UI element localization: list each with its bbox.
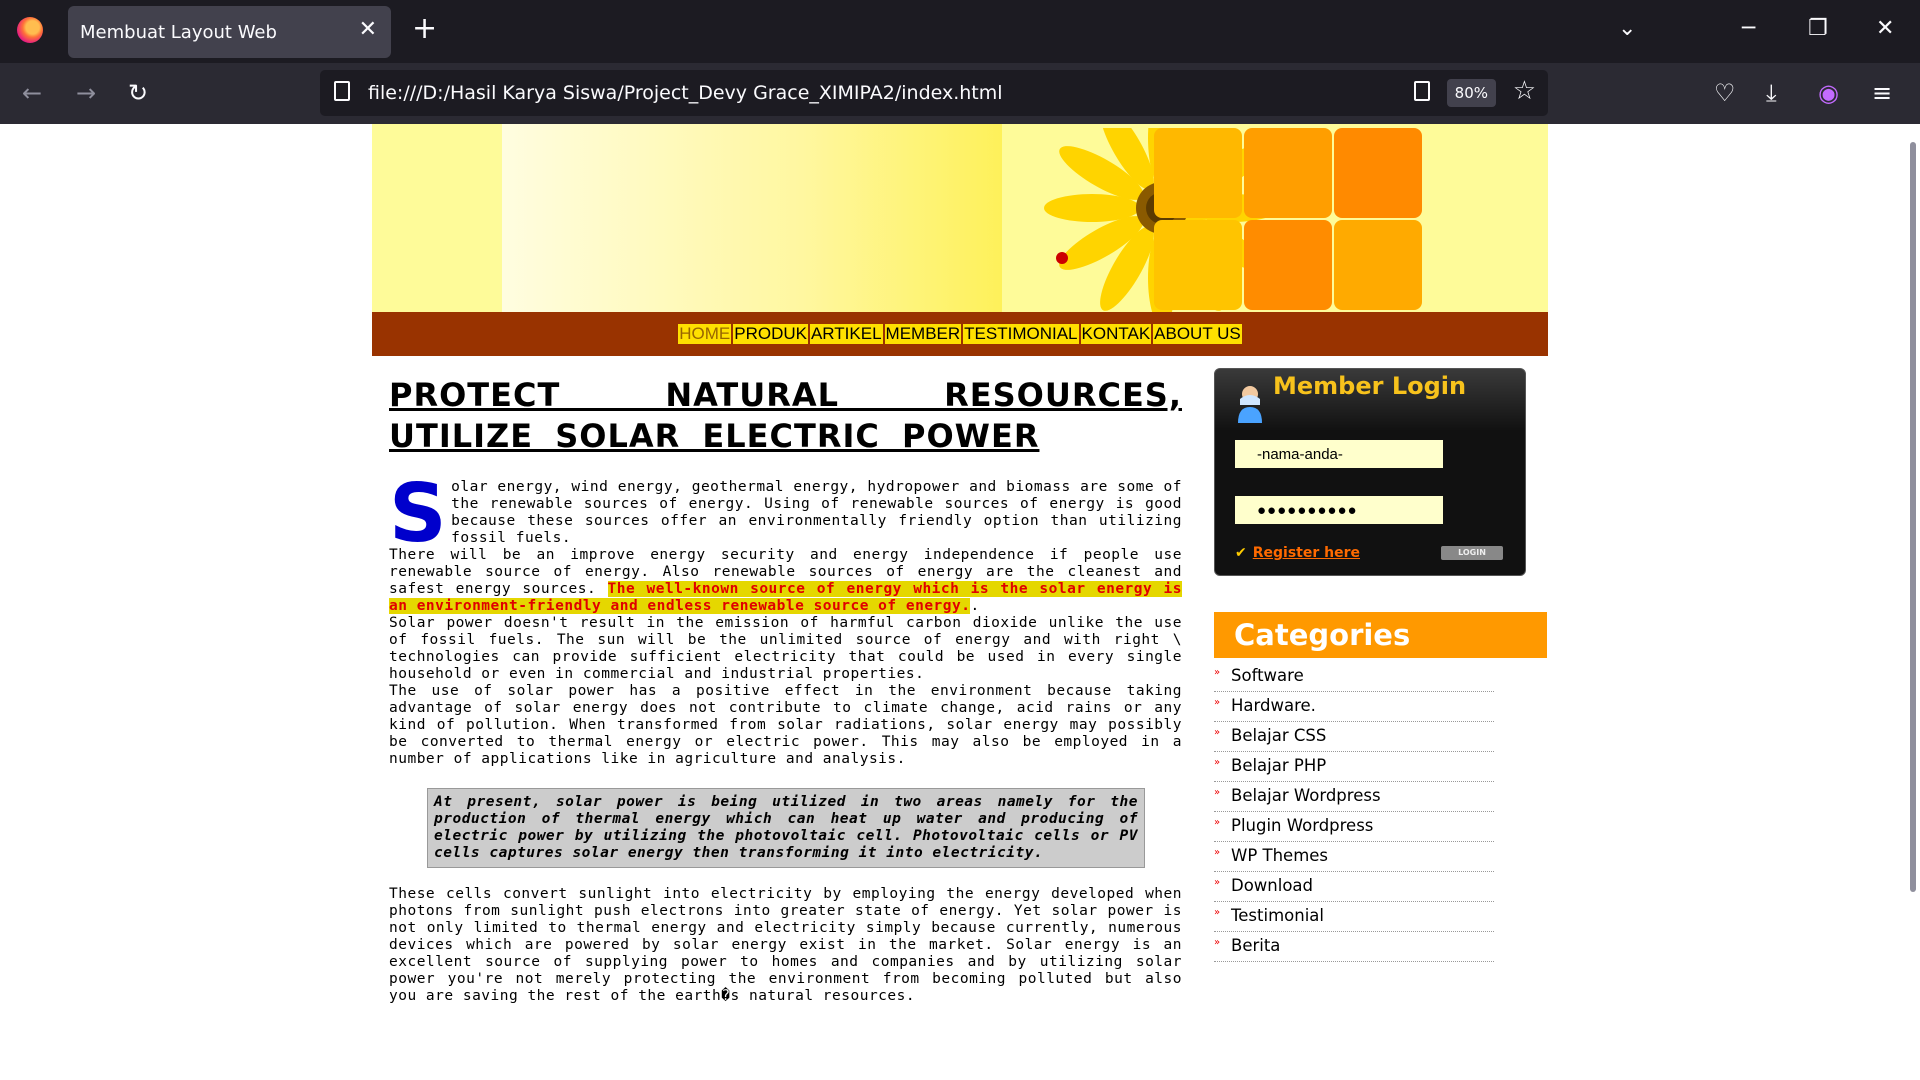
pocket-icon[interactable]: ♡ xyxy=(1714,79,1736,107)
category-item[interactable]: » WP Themes xyxy=(1214,842,1494,872)
password-field[interactable] xyxy=(1235,496,1443,524)
paragraph-5: These cells convert sunlight into electr… xyxy=(389,886,1182,1004)
member-login-box: Member Login ✔ Register here LOGIN xyxy=(1214,368,1526,576)
back-button[interactable]: ← xyxy=(22,79,42,107)
bullet-icon: » xyxy=(1214,727,1221,738)
close-tab-icon[interactable]: ✕ xyxy=(359,17,377,42)
navigation-toolbar: ← → ↻ file:///D:/Hasil Karya Siswa/Proje… xyxy=(0,63,1920,124)
quote-box: At present, solar power is being utilize… xyxy=(427,788,1145,868)
new-tab-button[interactable]: + xyxy=(412,14,437,44)
menu-home[interactable]: HOME xyxy=(678,324,732,344)
category-item[interactable]: » Belajar CSS xyxy=(1214,722,1494,752)
bullet-icon: » xyxy=(1214,787,1221,798)
sidebar: Member Login ✔ Register here LOGIN Catego… xyxy=(1214,368,1548,962)
paragraph-1: olar energy, wind energy, geothermal ene… xyxy=(451,479,1182,546)
paragraph-4: The use of solar power has a positive ef… xyxy=(389,683,1182,767)
category-item[interactable]: » Berita xyxy=(1214,932,1494,962)
article-title-line2: UTILIZE SOLAR ELECTRIC POWER xyxy=(389,417,1040,455)
scrollbar[interactable] xyxy=(1910,142,1916,892)
category-item[interactable]: » Download xyxy=(1214,872,1494,902)
firefox-logo-icon[interactable] xyxy=(17,17,43,43)
bullet-icon: » xyxy=(1214,907,1221,918)
register-label: Register here xyxy=(1252,545,1360,561)
article-title-line1: PROTECT NATURAL RESOURCES, xyxy=(389,376,1182,414)
list-all-tabs-icon[interactable]: ⌄ xyxy=(1618,16,1636,41)
login-title: Member Login xyxy=(1273,372,1467,400)
forward-button[interactable]: → xyxy=(76,79,96,107)
menu-icon[interactable]: ≡ xyxy=(1872,79,1892,107)
drop-cap: S xyxy=(389,467,448,560)
username-field[interactable] xyxy=(1235,440,1443,468)
page-icon xyxy=(334,81,350,101)
bullet-icon: » xyxy=(1214,847,1221,858)
category-item[interactable]: » Belajar Wordpress xyxy=(1214,782,1494,812)
zoom-level-button[interactable]: 80% xyxy=(1446,79,1496,107)
downloads-icon[interactable]: ⤓ xyxy=(1766,79,1777,107)
tab-title: Membuat Layout Web xyxy=(80,22,277,43)
check-icon: ✔ xyxy=(1235,545,1247,561)
user-icon xyxy=(1238,386,1262,423)
login-button[interactable]: LOGIN xyxy=(1441,546,1503,560)
restore-button[interactable]: ❐ xyxy=(1808,16,1828,41)
url-text[interactable]: file:///D:/Hasil Karya Siswa/Project_Dev… xyxy=(368,82,1003,104)
menu-artikel[interactable]: ARTIKEL xyxy=(809,324,883,344)
category-item[interactable]: » Plugin Wordpress xyxy=(1214,812,1494,842)
menu-testimonial[interactable]: TESTIMONIAL xyxy=(963,324,1079,344)
article-title: PROTECT NATURAL RESOURCES, UTILIZE SOLAR… xyxy=(389,375,1182,457)
bookmark-star-icon[interactable]: ☆ xyxy=(1513,76,1536,106)
category-item[interactable]: » Testimonial xyxy=(1214,902,1494,932)
header-banner xyxy=(372,124,1548,312)
bullet-icon: » xyxy=(1214,817,1221,828)
register-link[interactable]: ✔ Register here xyxy=(1235,545,1360,561)
minimize-button[interactable]: ─ xyxy=(1742,16,1755,41)
reader-view-icon[interactable] xyxy=(1414,81,1430,101)
categories-heading: Categories xyxy=(1214,612,1547,658)
bullet-icon: » xyxy=(1214,697,1221,708)
close-window-button[interactable]: ✕ xyxy=(1876,16,1894,41)
page-viewport: HOME PRODUK ARTIKEL MEMBER TESTIMONIAL KONTAK… xyxy=(0,124,1920,1080)
menu-produk[interactable]: PRODUK xyxy=(733,324,808,344)
categories-list: » Software » Hardware. » Belajar CSS » Belaj… xyxy=(1214,662,1494,962)
menu-member[interactable]: MEMBER xyxy=(884,324,962,344)
tab-bar: Membuat Layout Web ✕ + ⌄ ─ ❐ ✕ xyxy=(0,0,1920,63)
article-body: S olar energy, wind energy, geothermal e… xyxy=(389,467,1182,1005)
category-item[interactable]: » Belajar PHP xyxy=(1214,752,1494,782)
paragraph-2-end: . xyxy=(970,598,980,614)
category-item[interactable]: » Hardware. xyxy=(1214,692,1494,722)
bullet-icon: » xyxy=(1214,667,1221,678)
bullet-icon: » xyxy=(1214,937,1221,948)
bullet-icon: » xyxy=(1214,877,1221,888)
site-container: HOME PRODUK ARTIKEL MEMBER TESTIMONIAL KONTAK… xyxy=(372,124,1548,356)
category-item[interactable]: » Software xyxy=(1214,662,1494,692)
reload-button[interactable]: ↻ xyxy=(128,79,148,107)
main-menu: HOME PRODUK ARTIKEL MEMBER TESTIMONIAL KONTAK… xyxy=(372,312,1548,356)
article-content: PROTECT NATURAL RESOURCES, UTILIZE SOLAR… xyxy=(389,375,1182,1005)
extension-icon[interactable]: ◉ xyxy=(1818,79,1839,107)
menu-about-us[interactable]: ABOUT US xyxy=(1153,324,1242,344)
bullet-icon: » xyxy=(1214,757,1221,768)
address-bar[interactable]: file:///D:/Hasil Karya Siswa/Project_Dev… xyxy=(320,70,1548,116)
browser-tab[interactable]: Membuat Layout Web ✕ xyxy=(68,6,391,58)
menu-kontak[interactable]: KONTAK xyxy=(1080,324,1152,344)
paragraph-3: Solar power doesn't result in the emissi… xyxy=(389,615,1182,682)
